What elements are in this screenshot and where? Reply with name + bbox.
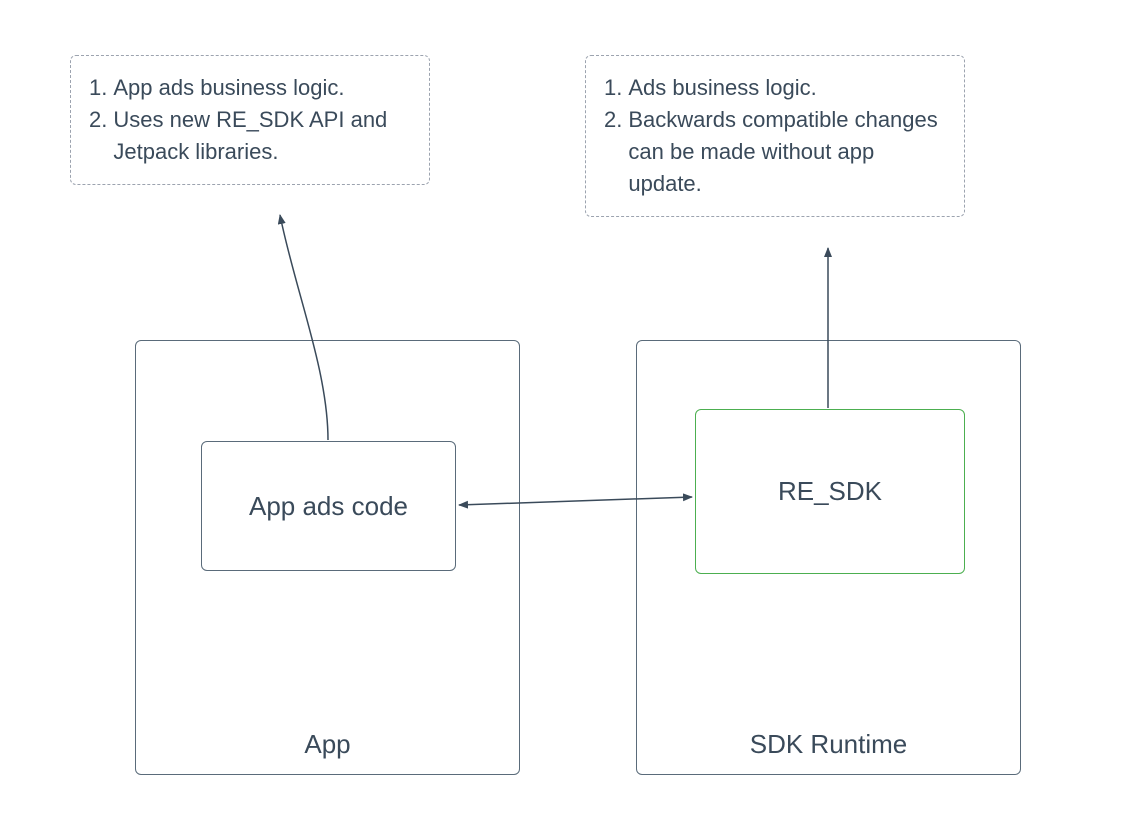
note-left-item-1: App ads business logic. (89, 72, 411, 104)
note-left-item-2: Uses new RE_SDK API and Jetpack librarie… (89, 104, 411, 168)
container-sdk-runtime: SDK Runtime RE_SDK (636, 340, 1021, 775)
note-box-app: App ads business logic. Uses new RE_SDK … (70, 55, 430, 185)
note-box-runtime: Ads business logic. Backwards compatible… (585, 55, 965, 217)
box-re-sdk: RE_SDK (695, 409, 965, 574)
app-label: App (136, 729, 519, 760)
container-app: App App ads code (135, 340, 520, 775)
note-right-item-2: Backwards compatible changes can be made… (604, 104, 946, 200)
box-app-ads-code: App ads code (201, 441, 456, 571)
note-right-item-1: Ads business logic. (604, 72, 946, 104)
re-sdk-label: RE_SDK (778, 476, 882, 507)
app-ads-code-label: App ads code (249, 491, 408, 522)
sdk-runtime-label: SDK Runtime (637, 729, 1020, 760)
